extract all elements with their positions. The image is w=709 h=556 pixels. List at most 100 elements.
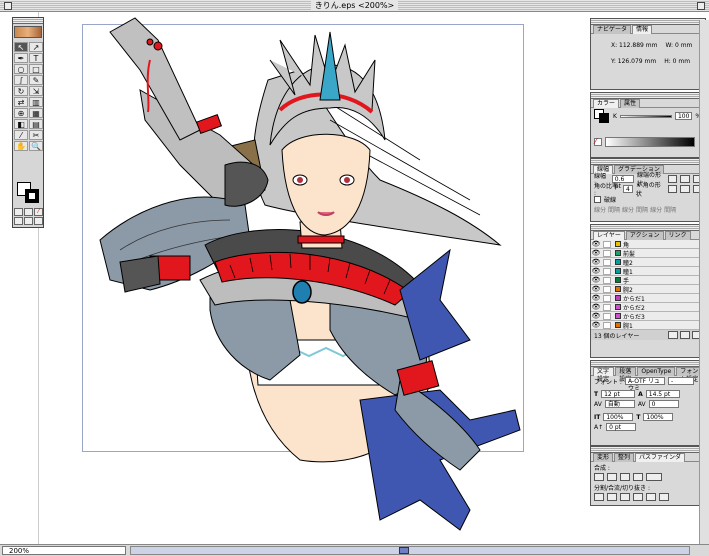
scroll-thumb[interactable]: [399, 547, 409, 554]
tab-character[interactable]: 文字設定: [593, 367, 615, 383]
tab-opentype[interactable]: OpenType: [637, 367, 676, 376]
screen-mode-button[interactable]: [14, 217, 23, 225]
gradient-mode-button[interactable]: [24, 208, 33, 216]
dash-checkbox[interactable]: [594, 195, 601, 203]
lock-toggle[interactable]: [603, 321, 611, 329]
k-value-field[interactable]: 100: [674, 112, 693, 120]
lock-toggle[interactable]: [603, 276, 611, 284]
eyedropper-tool[interactable]: ⁄: [14, 130, 28, 140]
intersect-button[interactable]: [620, 473, 630, 481]
tab-navigator[interactable]: ナビゲータ: [593, 25, 632, 34]
tab-color[interactable]: カラー: [593, 99, 620, 108]
zoom-tool[interactable]: 🔍: [29, 141, 43, 151]
font-size-field[interactable]: 12 pt: [601, 390, 636, 398]
minus-front-button[interactable]: [607, 473, 617, 481]
layer-row[interactable]: 👁 角: [591, 240, 705, 249]
mesh-tool[interactable]: ▦: [29, 108, 43, 118]
color-ramp[interactable]: [605, 137, 695, 147]
ellipse-tool[interactable]: ○: [14, 64, 28, 74]
lock-toggle[interactable]: [603, 258, 611, 266]
selection-tool[interactable]: ↖: [14, 42, 28, 52]
none-swatch-icon[interactable]: ⁄: [594, 138, 602, 146]
toolbox-titlebar[interactable]: [13, 18, 43, 24]
exclude-button[interactable]: [633, 473, 643, 481]
crop-button[interactable]: [633, 493, 643, 501]
font-family-select[interactable]: A-OTF リュウミ: [624, 377, 665, 392]
window-titlebar[interactable]: きりん.eps <200%>: [0, 0, 709, 12]
round-cap-button[interactable]: [680, 175, 690, 183]
eye-icon[interactable]: 👁: [591, 303, 601, 311]
hand-tool[interactable]: ✋: [14, 141, 28, 151]
butt-cap-button[interactable]: [667, 175, 678, 183]
tab-actions[interactable]: アクション: [625, 231, 664, 240]
screen-mode-full-menu-button[interactable]: [34, 217, 43, 225]
eye-icon[interactable]: 👁: [591, 321, 601, 329]
reflect-tool[interactable]: ⇄: [14, 97, 28, 107]
eye-icon[interactable]: 👁: [591, 285, 601, 293]
tracking-field[interactable]: 自動: [604, 400, 635, 408]
trim-button[interactable]: [607, 493, 617, 501]
layer-row[interactable]: 👁 手: [591, 276, 705, 285]
none-mode-button[interactable]: ⁄: [34, 208, 43, 216]
round-join-button[interactable]: [680, 185, 690, 193]
layer-row[interactable]: 👁 腕2: [591, 285, 705, 294]
kerning-field[interactable]: 0: [648, 400, 679, 408]
tab-info[interactable]: 情報: [632, 25, 653, 34]
font-style-select[interactable]: -: [667, 377, 694, 385]
pencil-tool[interactable]: ✎: [29, 75, 43, 85]
symbol-tool[interactable]: ⊕: [14, 108, 28, 118]
baseline-field[interactable]: 0 pt: [606, 423, 637, 431]
vscale-field[interactable]: 100%: [603, 413, 634, 421]
tab-paragraph[interactable]: 段落設定: [615, 367, 637, 383]
horizontal-scrollbar[interactable]: [130, 546, 690, 555]
eye-icon[interactable]: 👁: [591, 294, 601, 302]
merge-button[interactable]: [620, 493, 630, 501]
tab-pathfinder[interactable]: パスファインダ: [635, 453, 686, 462]
miter-field[interactable]: 4: [623, 185, 633, 193]
eye-icon[interactable]: 👁: [591, 240, 601, 248]
app-logo[interactable]: [14, 26, 42, 38]
new-layer-button[interactable]: [680, 331, 690, 339]
outline-button[interactable]: [646, 493, 656, 501]
screen-mode-full-button[interactable]: [24, 217, 33, 225]
minus-back-button[interactable]: [659, 493, 669, 501]
layer-row[interactable]: 👁 からだ2: [591, 303, 705, 312]
pen-tool[interactable]: ✒: [14, 53, 28, 63]
tab-layers[interactable]: レイヤー: [593, 231, 625, 240]
lock-toggle[interactable]: [603, 267, 611, 275]
layer-row[interactable]: 👁 からだ1: [591, 294, 705, 303]
k-slider[interactable]: [619, 114, 672, 118]
layer-row[interactable]: 👁 瞳1: [591, 267, 705, 276]
expand-button[interactable]: [646, 473, 662, 481]
lock-toggle[interactable]: [603, 303, 611, 311]
graph-tool[interactable]: ▥: [29, 97, 43, 107]
leading-field[interactable]: 14.5 pt: [645, 390, 680, 398]
new-sublayer-button[interactable]: [668, 331, 678, 339]
layer-row[interactable]: 👁 前髪: [591, 249, 705, 258]
scissors-tool[interactable]: ✂: [29, 130, 43, 140]
layer-row[interactable]: 👁 瞳2: [591, 258, 705, 267]
tab-transform[interactable]: 変形: [593, 453, 614, 462]
lock-toggle[interactable]: [603, 294, 611, 302]
tab-align[interactable]: 整列: [614, 453, 635, 462]
stroke-swatch[interactable]: [25, 189, 39, 203]
color-mode-button[interactable]: [14, 208, 23, 216]
rotate-tool[interactable]: ↻: [14, 86, 28, 96]
eye-icon[interactable]: 👁: [591, 258, 601, 266]
blend-tool[interactable]: ▤: [29, 119, 43, 129]
divide-button[interactable]: [594, 493, 604, 501]
lock-toggle[interactable]: [603, 240, 611, 248]
tab-links[interactable]: リンク: [664, 231, 691, 240]
tab-attributes[interactable]: 属性: [620, 99, 641, 108]
direct-selection-tool[interactable]: ↗: [29, 42, 43, 52]
eye-icon[interactable]: 👁: [591, 312, 601, 320]
eye-icon[interactable]: 👁: [591, 267, 601, 275]
lock-toggle[interactable]: [603, 312, 611, 320]
fill-stroke-swatches[interactable]: [17, 182, 41, 204]
gradient-tool[interactable]: ◧: [14, 119, 28, 129]
lock-toggle[interactable]: [603, 249, 611, 257]
miter-join-button[interactable]: [667, 185, 678, 193]
brush-tool[interactable]: ∫: [14, 75, 28, 85]
lock-toggle[interactable]: [603, 285, 611, 293]
vertical-scrollbar[interactable]: [699, 20, 709, 544]
